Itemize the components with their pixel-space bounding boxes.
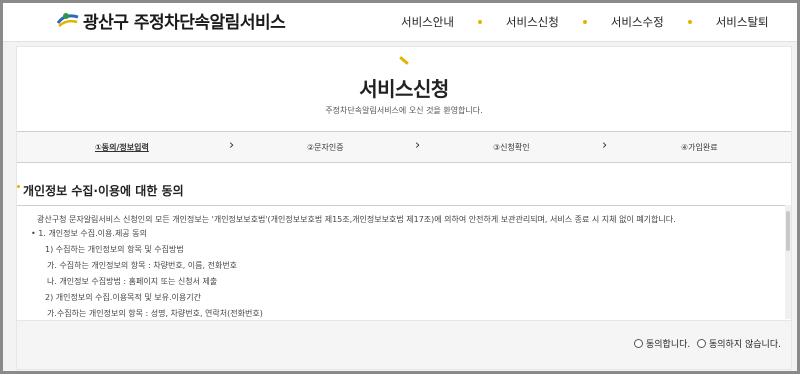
logo-text: 광산구 주정차단속알림서비스 (83, 12, 286, 33)
progress-steps: ①동의/정보입력 › ②문자인증 › ③신청확인 › ④가입완료 (17, 131, 791, 163)
disagree-label: 동의하지 않습니다. (709, 340, 781, 350)
terms-line: 2) 개인정보의 수집.이용목적 및 보유.이용기간 (45, 293, 201, 302)
terms-line: • 1. 개인정보 수집.이용.제공 동의 (31, 229, 147, 238)
nav-separator-dot (477, 20, 482, 24)
radio-circle-icon[interactable] (634, 339, 643, 348)
step-sms-auth: ②문자인증 (307, 143, 344, 152)
terms-line: 나. 개인정보 수집방법 : 홈페이지 또는 신청서 제출 (47, 277, 218, 286)
nav-separator-dot (687, 20, 692, 24)
chevron-right-icon: › (415, 138, 421, 153)
agree-label: 동의합니다. (646, 340, 691, 350)
consent-options: 동의합니다. 동의하지 않습니다. (17, 320, 791, 369)
chevron-right-icon: › (602, 138, 608, 153)
section-bullet (17, 185, 20, 188)
site-header: 광산구 주정차단속알림서비스 서비스안내 서비스신청 서비스수정 서비스탈퇴 (3, 3, 797, 42)
page-subtitle: 주정차단속알림서비스에 오신 것을 환영합니다. (325, 106, 483, 115)
terms-line: 1) 수집하는 개인정보의 항목 및 수집방법 (45, 245, 184, 254)
accent-mark (399, 56, 409, 65)
chevron-right-icon: › (229, 138, 235, 153)
main-nav: 서비스안내 서비스신청 서비스수정 서비스탈퇴 (401, 14, 769, 30)
agree-radio[interactable]: 동의합니다. (634, 337, 690, 350)
disagree-radio[interactable]: 동의하지 않습니다. (697, 337, 781, 350)
site-logo[interactable]: 광산구 주정차단속알림서비스 (56, 9, 286, 33)
terms-textbox[interactable]: 광산구청 문자알림서비스 신청인의 모든 개인정보는 '개인정보보호법'(개인정… (17, 205, 791, 321)
logo-emblem-icon (56, 11, 79, 29)
nav-separator-dot (582, 20, 587, 24)
nav-item-service-withdraw[interactable]: 서비스탈퇴 (716, 14, 769, 30)
nav-item-service-apply[interactable]: 서비스신청 (506, 14, 559, 30)
step-consent: ①동의/정보입력 (95, 143, 149, 152)
radio-circle-icon[interactable] (697, 339, 706, 348)
scrollbar-thumb[interactable] (786, 211, 790, 251)
nav-item-service-info[interactable]: 서비스안내 (401, 14, 454, 30)
terms-line: 광산구청 문자알림서비스 신청인의 모든 개인정보는 '개인정보보호법'(개인정… (37, 215, 676, 224)
terms-line: 가.수집하는 개인정보의 항목 : 성명, 차량번호, 연락처(전화번호) (47, 309, 263, 318)
terms-scrollbar[interactable] (785, 205, 791, 319)
window-frame: 광산구 주정차단속알림서비스 서비스안내 서비스신청 서비스수정 서비스탈퇴 서… (0, 0, 800, 374)
form-panel: 서비스신청 주정차단속알림서비스에 오신 것을 환영합니다. ①동의/정보입력 … (16, 46, 792, 370)
main-content: 서비스신청 주정차단속알림서비스에 오신 것을 환영합니다. ①동의/정보입력 … (3, 42, 797, 371)
terms-line: 가. 수집하는 개인정보의 항목 : 차량번호, 이름, 전화번호 (47, 261, 238, 270)
nav-item-service-edit[interactable]: 서비스수정 (611, 14, 664, 30)
step-complete: ④가입완료 (681, 143, 718, 152)
page-title: 서비스신청 (359, 77, 449, 101)
section-title: 개인정보 수집·이용에 대한 동의 (23, 184, 184, 198)
step-confirm: ③신청확인 (493, 143, 530, 152)
